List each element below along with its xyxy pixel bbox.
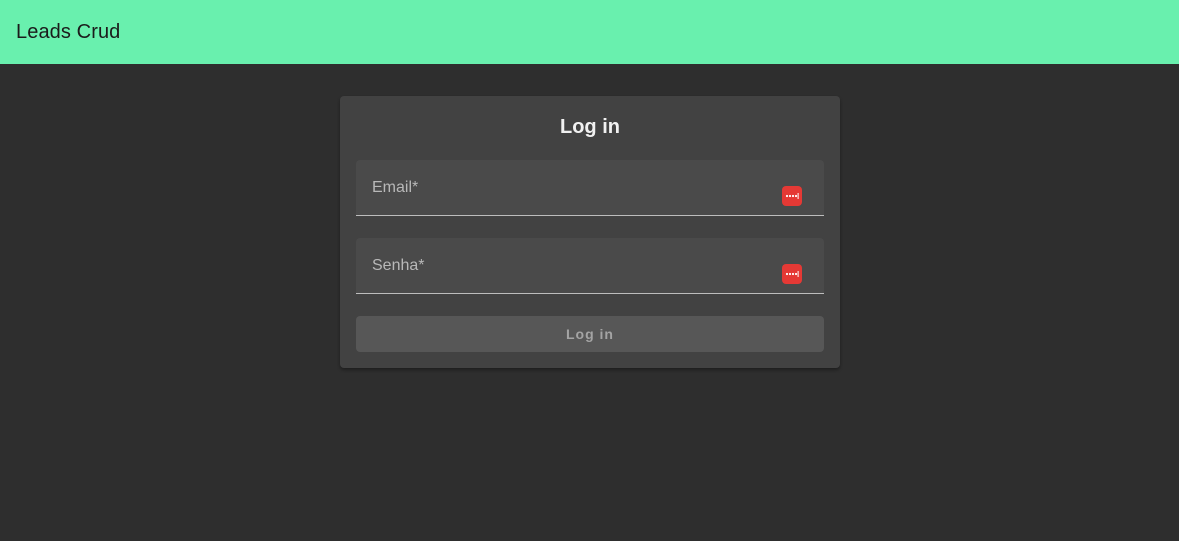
email-input[interactable] bbox=[372, 182, 772, 206]
login-title: Log in bbox=[560, 116, 620, 138]
login-button[interactable]: Log in bbox=[356, 316, 824, 352]
login-card: Log in Email* Senha* Log in bbox=[340, 96, 840, 368]
password-field[interactable]: Senha* bbox=[356, 238, 824, 294]
password-input[interactable] bbox=[372, 260, 772, 284]
app-title: Leads Crud bbox=[16, 20, 121, 43]
email-field[interactable]: Email* bbox=[356, 160, 824, 216]
app-bar: Leads Crud bbox=[0, 0, 1179, 64]
password-manager-icon[interactable] bbox=[782, 264, 802, 284]
password-manager-icon[interactable] bbox=[782, 186, 802, 206]
